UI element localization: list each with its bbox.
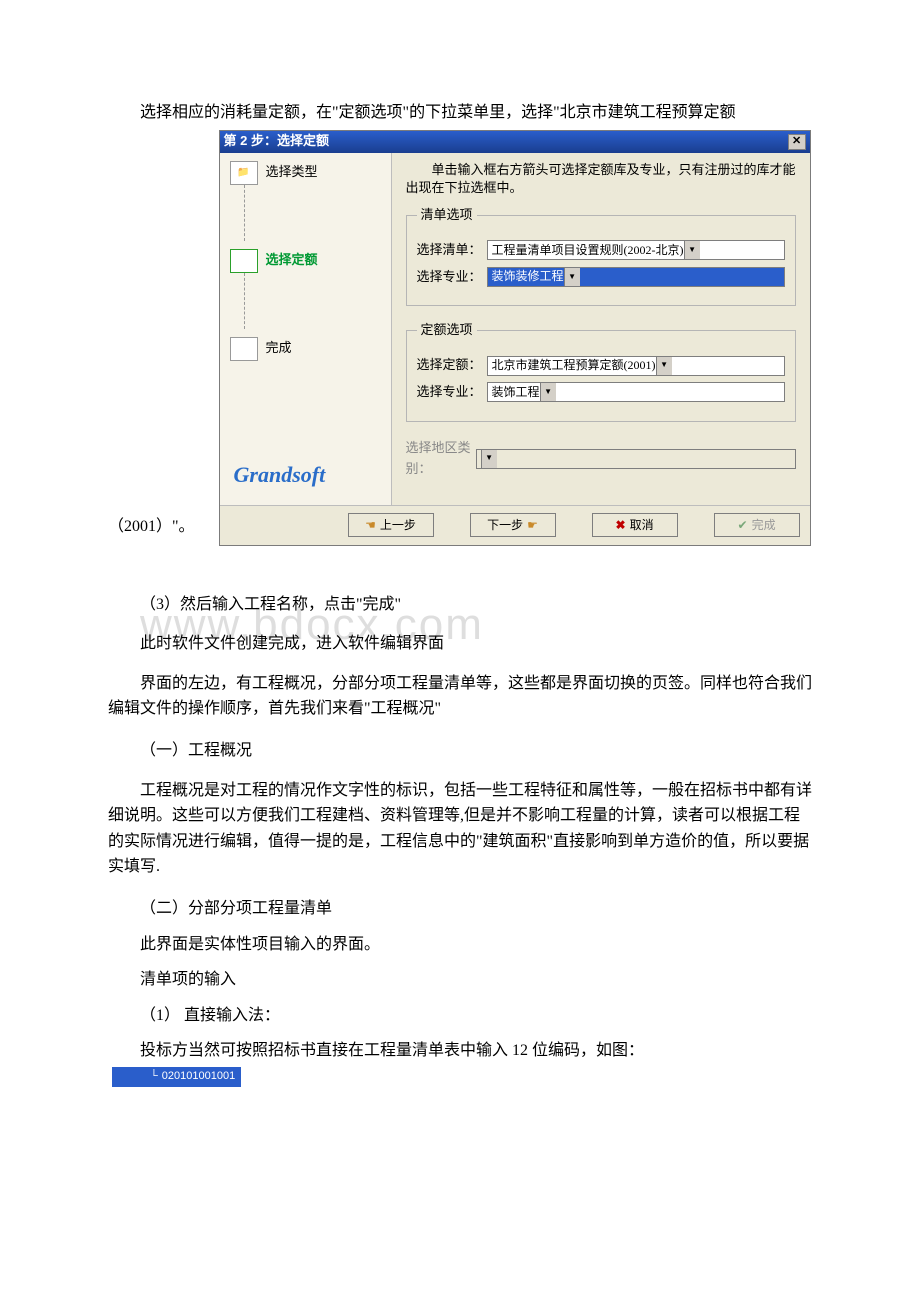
select-spec2-label: 选择专业： <box>417 382 487 403</box>
para-layout: 界面的左边，有工程概况，分部分项工程量清单等，这些都是界面切换的页签。同样也符合… <box>108 671 812 722</box>
dialog-buttonbar: ☚ 上一步 下一步 ☛ ✖ 取消 ✔ 完成 <box>220 505 810 545</box>
chevron-down-icon: ▼ <box>481 450 497 468</box>
check-icon: ✔ <box>738 516 748 535</box>
step-label: 选择定额 <box>266 250 318 271</box>
hand-right-icon: ☛ <box>527 516 538 535</box>
btn-label: 完成 <box>752 516 776 535</box>
folder-icon: 📁 <box>230 161 258 185</box>
intro-text: 选择相应的消耗量定额，在"定额选项"的下拉菜单里，选择"北京市建筑工程预算定额 <box>108 100 812 126</box>
para-direct-input: （1） 直接输入法： <box>108 1003 812 1029</box>
bidder-text: 投标方当然可按照招标书直接在工程量清单表中输入 12 位编码，如图： <box>140 1042 644 1059</box>
para-input-title: 清单项的输入 <box>108 967 812 993</box>
combo-value: 北京市建筑工程预算定额(2001) <box>492 356 656 375</box>
wizard-sidebar: 📁 选择类型 选择定额 完成 Grandsoft <box>220 153 392 505</box>
btn-label: 取消 <box>630 516 654 535</box>
btn-label: 下一步 <box>487 516 523 535</box>
dialog-content: 单击输入框右方箭头可选择定额库及专业，只有注册过的库才能出现在下拉选框中。 清单… <box>392 153 810 505</box>
chevron-down-icon[interactable]: ▼ <box>564 268 580 286</box>
code-chip: └ 020101001001 <box>112 1067 241 1087</box>
region-combo: ▼ <box>476 449 796 469</box>
btn-label: 上一步 <box>380 516 416 535</box>
heading-2: （二）分部分项工程量清单 <box>108 896 812 922</box>
para-overview: 工程概况是对工程的情况作文字性的标识，包括一些工程特征和属性等，一般在招标书中都… <box>108 778 812 880</box>
cancel-button[interactable]: ✖ 取消 <box>592 513 678 537</box>
combo-value: 工程量清单项目设置规则(2002-北京) <box>492 241 684 260</box>
para-entity: 此界面是实体性项目输入的界面。 <box>108 932 812 958</box>
select-spec2-combo[interactable]: 装饰工程 ▼ <box>487 382 785 402</box>
combo-value: 装饰工程 <box>492 383 540 402</box>
select-spec-label: 选择专业： <box>417 267 487 288</box>
heading-1: （一）工程概况 <box>108 738 812 764</box>
hint-text: 单击输入框右方箭头可选择定额库及专业，只有注册过的库才能出现在下拉选框中。 <box>406 161 796 197</box>
close-icon[interactable]: ✕ <box>788 134 806 150</box>
finish-icon <box>230 337 258 361</box>
chevron-down-icon[interactable]: ▼ <box>656 357 672 375</box>
dialog-title: 第 2 步：选择定额 <box>224 131 329 152</box>
prev-button[interactable]: ☚ 上一步 <box>348 513 434 537</box>
para-bidder: 投标方当然可按照招标书直接在工程量清单表中输入 12 位编码，如图： └ 0201… <box>108 1038 812 1089</box>
group-legend: 清单选项 <box>417 205 477 226</box>
code-value: 020101001001 <box>162 1070 235 1082</box>
year-suffix: （2001）"。 <box>108 514 195 548</box>
grandsoft-logo: Grandsoft <box>234 457 326 492</box>
select-list-label: 选择清单： <box>417 240 487 261</box>
step-select-type[interactable]: 📁 选择类型 <box>230 161 391 185</box>
tree-icon: └ <box>150 1070 158 1082</box>
next-button[interactable]: 下一步 ☛ <box>470 513 556 537</box>
dialog-titlebar: 第 2 步：选择定额 ✕ <box>220 131 810 153</box>
x-icon: ✖ <box>616 516 626 535</box>
finish-button: ✔ 完成 <box>714 513 800 537</box>
hand-left-icon: ☚ <box>365 516 376 535</box>
region-label: 选择地区类别： <box>406 438 476 480</box>
select-quota-combo[interactable]: 北京市建筑工程预算定额(2001) ▼ <box>487 356 785 376</box>
chevron-down-icon[interactable]: ▼ <box>684 241 700 259</box>
step-finish[interactable]: 完成 <box>230 337 391 361</box>
para-3: （3）然后输入工程名称，点击"完成" <box>108 592 812 618</box>
quota-icon <box>230 249 258 273</box>
wizard-dialog: 第 2 步：选择定额 ✕ 📁 选择类型 选择定额 完成 Grands <box>219 130 811 546</box>
list-options-group: 清单选项 选择清单： 工程量清单项目设置规则(2002-北京) ▼ 选择专业： … <box>406 205 796 306</box>
select-list-combo[interactable]: 工程量清单项目设置规则(2002-北京) ▼ <box>487 240 785 260</box>
group-legend: 定额选项 <box>417 320 477 341</box>
quota-options-group: 定额选项 选择定额： 北京市建筑工程预算定额(2001) ▼ 选择专业： 装饰工… <box>406 320 796 421</box>
step-select-quota[interactable]: 选择定额 <box>230 249 391 273</box>
combo-value: 装饰装修工程 <box>492 267 564 286</box>
step-label: 选择类型 <box>266 162 318 183</box>
select-quota-label: 选择定额： <box>417 355 487 376</box>
select-spec-combo[interactable]: 装饰装修工程 ▼ <box>487 267 785 287</box>
para-done: 此时软件文件创建完成，进入软件编辑界面 <box>108 631 812 657</box>
chevron-down-icon[interactable]: ▼ <box>540 383 556 401</box>
step-label: 完成 <box>266 338 292 359</box>
